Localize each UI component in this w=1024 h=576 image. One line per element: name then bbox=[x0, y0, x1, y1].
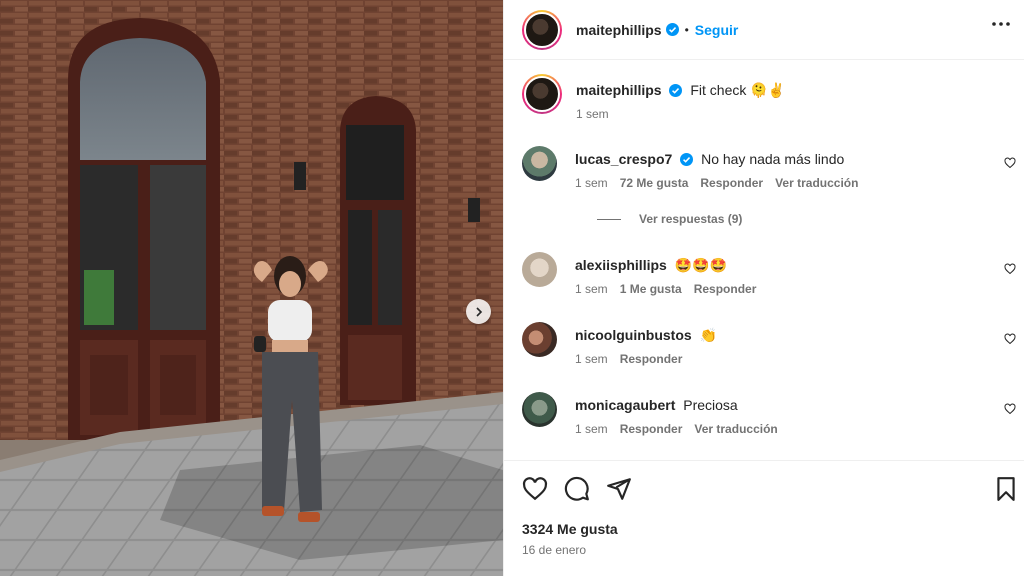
heart-icon[interactable] bbox=[1004, 263, 1016, 275]
comment-text: 👏 bbox=[699, 327, 717, 343]
comment-item: lucas_crespo7 No hay nada más lindo 1 se… bbox=[522, 146, 1024, 190]
photo-scene bbox=[0, 0, 503, 576]
bookmark-icon[interactable] bbox=[995, 476, 1017, 502]
verified-badge-icon bbox=[665, 23, 679, 36]
post-header: maitephillips • Seguir bbox=[504, 0, 1024, 60]
translate-button[interactable]: Ver traducción bbox=[775, 176, 858, 190]
comment-likes[interactable]: 1 Me gusta bbox=[620, 282, 682, 296]
translate-button[interactable]: Ver traducción bbox=[694, 422, 777, 436]
caption-time: 1 sem bbox=[576, 107, 609, 121]
comment-item: nicoolguinbustos 👏 1 sem Responder bbox=[522, 322, 1024, 366]
comment-time: 1 sem bbox=[575, 282, 608, 296]
heart-icon[interactable] bbox=[1004, 333, 1016, 345]
comment-text: 🤩🤩🤩 bbox=[674, 257, 728, 273]
caption-avatar[interactable] bbox=[522, 74, 562, 114]
comment-likes[interactable]: 72 Me gusta bbox=[620, 176, 689, 190]
commenter-avatar[interactable] bbox=[522, 146, 557, 181]
post-photo[interactable] bbox=[0, 0, 503, 576]
comments-panel: maitephillips • Seguir maitephillips Fit… bbox=[503, 0, 1024, 576]
reply-button[interactable]: Responder bbox=[700, 176, 763, 190]
reply-button[interactable]: Responder bbox=[620, 422, 683, 436]
verified-badge-icon bbox=[680, 153, 694, 166]
commenter-avatar[interactable] bbox=[522, 252, 557, 287]
comment-time: 1 sem bbox=[575, 176, 608, 190]
heart-icon[interactable] bbox=[1004, 157, 1016, 169]
comment-text: No hay nada más lindo bbox=[701, 151, 845, 167]
view-replies-label: Ver respuestas (9) bbox=[639, 212, 743, 226]
comment-item: alexiisphillips 🤩🤩🤩 1 sem 1 Me gusta Res… bbox=[522, 252, 1024, 296]
caption-username[interactable]: maitephillips bbox=[576, 82, 662, 98]
author-username[interactable]: maitephillips bbox=[576, 22, 662, 38]
comment-username[interactable]: nicoolguinbustos bbox=[575, 327, 692, 343]
post-date: 16 de enero bbox=[522, 543, 587, 557]
commenter-avatar[interactable] bbox=[522, 392, 557, 427]
comment-username[interactable]: lucas_crespo7 bbox=[575, 151, 672, 167]
post-actions: 3324 Me gusta 16 de enero bbox=[504, 460, 1024, 576]
post-container: maitephillips • Seguir maitephillips Fit… bbox=[0, 0, 1024, 576]
heart-icon[interactable] bbox=[1004, 403, 1016, 415]
reply-button[interactable]: Responder bbox=[694, 282, 757, 296]
like-heart-icon[interactable] bbox=[522, 476, 548, 502]
follow-button[interactable]: Seguir bbox=[695, 22, 739, 38]
comment-time: 1 sem bbox=[575, 422, 608, 436]
commenter-avatar[interactable] bbox=[522, 322, 557, 357]
more-options-icon[interactable] bbox=[992, 22, 1010, 26]
reply-button[interactable]: Responder bbox=[620, 352, 683, 366]
comment-username[interactable]: monicagaubert bbox=[575, 397, 675, 413]
comment-username[interactable]: alexiisphillips bbox=[575, 257, 667, 273]
author-avatar[interactable] bbox=[522, 9, 562, 50]
share-icon[interactable] bbox=[606, 476, 632, 502]
caption-text: Fit check 🫠✌️ bbox=[690, 82, 786, 98]
replies-line bbox=[597, 218, 621, 220]
comment-item: monicagaubert Preciosa 1 sem Responder V… bbox=[522, 392, 1024, 436]
separator-dot: • bbox=[684, 22, 689, 37]
next-photo-button[interactable] bbox=[466, 299, 491, 324]
comment-icon[interactable] bbox=[564, 476, 590, 502]
view-replies-button[interactable]: Ver respuestas (9) bbox=[597, 212, 742, 226]
post-caption: maitephillips Fit check 🫠✌️ 1 sem bbox=[522, 74, 785, 121]
chevron-right-icon bbox=[475, 306, 482, 317]
verified-badge-icon bbox=[669, 84, 683, 97]
comment-time: 1 sem bbox=[575, 352, 608, 366]
comment-text: Preciosa bbox=[683, 397, 738, 413]
like-count[interactable]: 3324 Me gusta bbox=[522, 521, 618, 537]
